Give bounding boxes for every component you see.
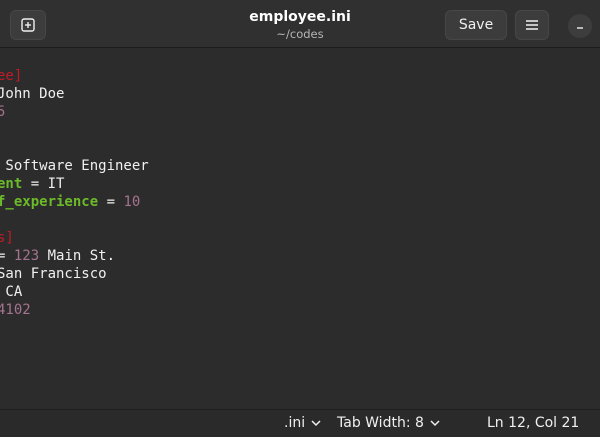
ini-text-token: = IT [22,176,65,192]
code-line[interactable]: s] [0,229,149,247]
tab-width-selector[interactable]: Tab Width: 8 [337,415,440,431]
code-line[interactable] [0,211,149,229]
language-selector[interactable]: .ini [284,415,321,431]
ini-text-token: John Doe [0,86,65,102]
window-title-area: employee.ini ~/codes [200,8,400,42]
ini-text-token: = [0,248,6,264]
code-line[interactable]: CA [0,283,149,301]
code-content[interactable]: ee] John Doe 5 Software Engineer ent = IT f_… [0,67,149,319]
main-menu-button[interactable] [515,10,549,40]
new-tab-icon [21,18,35,32]
code-line[interactable]: ent = IT [0,175,149,193]
code-line[interactable] [0,121,149,139]
ini-number-token: 4102 [0,302,31,318]
code-line[interactable]: 5 [0,103,149,121]
code-line[interactable]: John Doe [0,85,149,103]
hamburger-menu-icon [526,20,538,30]
ini-text-token: Main St. [39,248,116,264]
ini-text-token: CA [5,284,23,300]
code-line[interactable]: f_experience = 10 [0,193,149,211]
cursor-position[interactable]: Ln 12, Col 21 [487,415,579,431]
code-line[interactable]: ee] [0,67,149,85]
ini-key-token: f_experience [0,194,99,210]
code-line[interactable] [0,139,149,157]
cursor-position-label: Ln 12, Col 21 [487,415,580,431]
ini-section-token: ee] [0,68,23,84]
ini-text-token: San Francisco [0,266,107,282]
status-bar: .ini Tab Width: 8 Ln 12, Col 21 [0,409,600,437]
chevron-down-icon [311,420,321,427]
minimize-icon [577,27,583,29]
code-line[interactable]: = 123 Main St. [0,247,149,265]
ini-number-token: 5 [0,104,6,120]
language-label: .ini [284,415,306,431]
new-tab-button[interactable] [10,10,46,40]
ini-key-token: ent [0,176,23,192]
ini-number-token: 10 [123,194,141,210]
code-line[interactable]: Software Engineer [0,157,149,175]
save-button[interactable]: Save [445,10,507,40]
tab-width-label: Tab Width: 8 [337,415,424,431]
code-line[interactable]: San Francisco [0,265,149,283]
header-bar: employee.ini ~/codes Save [0,0,600,48]
minimize-button[interactable] [568,14,592,38]
document-title: employee.ini [249,9,351,25]
ini-number-token: 123 [13,248,40,264]
ini-text-token: = [98,194,124,210]
ini-section-token: s] [0,230,14,246]
ini-text-token: Software Engineer [0,158,149,174]
code-line[interactable]: 4102 [0,301,149,319]
document-path: ~/codes [276,27,324,41]
text-editor-area[interactable]: ee] John Doe 5 Software Engineer ent = IT f_… [0,48,600,409]
chevron-down-icon [430,420,440,427]
